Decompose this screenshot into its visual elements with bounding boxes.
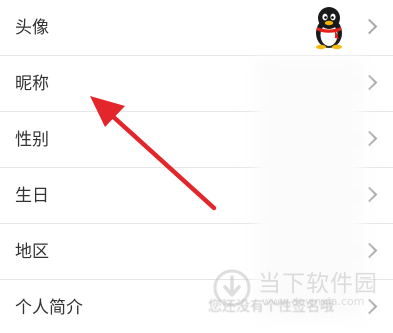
row-label-bio: 个人简介 — [15, 298, 83, 318]
chevron-right-icon — [361, 186, 378, 203]
row-avatar[interactable]: 头像 — [0, 0, 393, 56]
row-label-birthday: 生日 — [15, 186, 49, 206]
row-gender[interactable]: 性别 — [0, 112, 393, 168]
row-label-nickname: 昵称 — [15, 74, 49, 94]
chevron-right-icon — [361, 298, 378, 315]
chevron-right-icon — [361, 242, 378, 259]
birthday-value-blurred — [279, 186, 359, 206]
row-nickname[interactable]: 昵称 — [0, 56, 393, 112]
row-birthday[interactable]: 生日 — [0, 168, 393, 224]
profile-settings-screen: 头像 昵称 性别 生日 地区 个人简介 您还没有个性签名哦 当下软件园 www.… — [0, 0, 393, 333]
bio-placeholder-text: 您还没有个性签名哦 — [208, 299, 334, 315]
gender-value-blurred — [329, 130, 359, 150]
nickname-value-blurred — [289, 74, 359, 94]
row-label-gender: 性别 — [15, 130, 49, 150]
row-bio[interactable]: 个人简介 — [0, 280, 393, 333]
row-region[interactable]: 地区 — [0, 224, 393, 280]
qq-penguin-avatar-icon — [316, 7, 342, 50]
region-value-blurred — [299, 242, 359, 262]
chevron-right-icon — [361, 18, 378, 35]
chevron-right-icon — [361, 74, 378, 91]
row-label-avatar: 头像 — [15, 18, 49, 38]
chevron-right-icon — [361, 130, 378, 147]
row-label-region: 地区 — [15, 242, 49, 262]
